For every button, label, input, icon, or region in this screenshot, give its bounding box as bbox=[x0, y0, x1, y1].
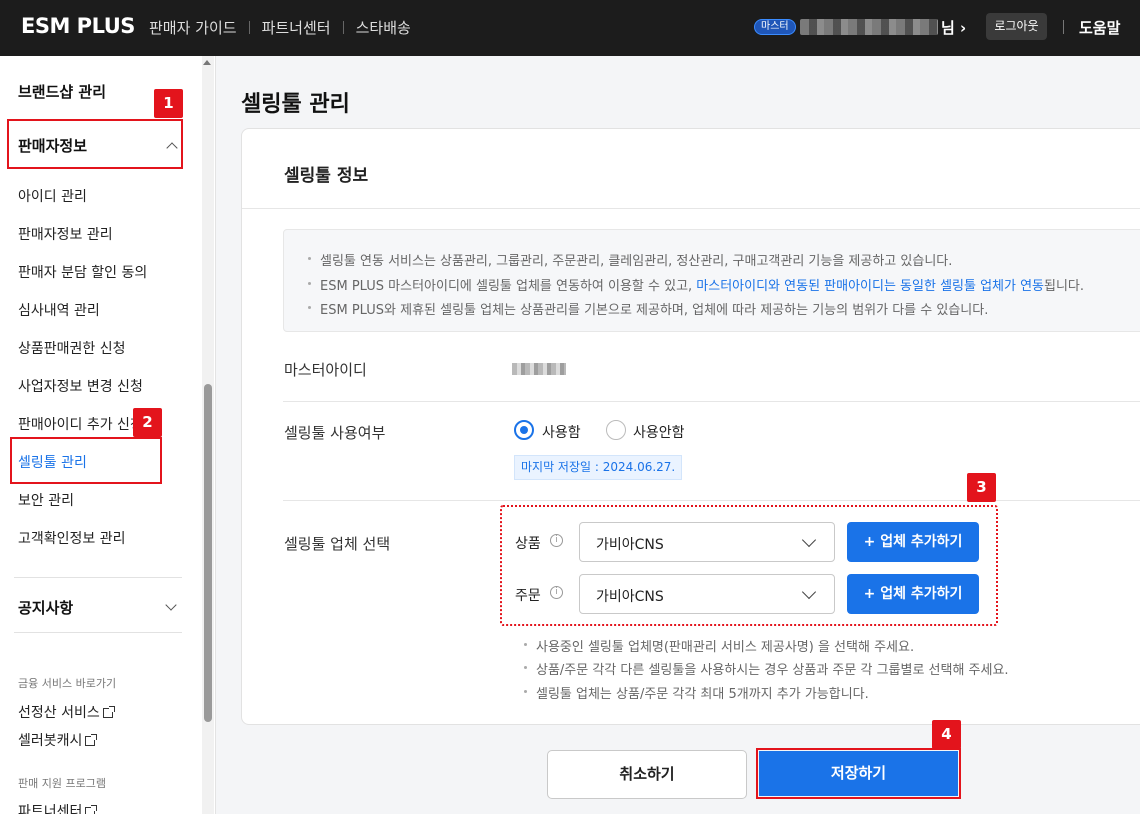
radio-use[interactable] bbox=[514, 420, 534, 440]
row-divider bbox=[283, 401, 1140, 402]
nav-star-delivery[interactable]: 스타배송 bbox=[356, 17, 411, 38]
master-id-label: 마스터아이디 bbox=[284, 361, 367, 379]
user-menu-link[interactable]: 님 › bbox=[941, 17, 966, 38]
notice-highlight: 마스터아이디와 연동된 판매아이디는 동일한 셀링툴 업체가 연동 bbox=[696, 279, 1045, 294]
notice-text: ESM PLUS 마스터아이디에 셀링툴 업체를 연동하여 이용할 수 있고, bbox=[320, 279, 697, 294]
support-link-label: 파트너센터 bbox=[18, 804, 83, 814]
notice-line: ESM PLUS 마스터아이디에 셀링툴 업체를 연동하여 이용할 수 있고, … bbox=[307, 275, 1085, 294]
selling-tool-card: 셀링툴 정보 셀링툴 연동 서비스는 상품관리, 그룹관리, 주문관리, 클레임… bbox=[241, 128, 1140, 725]
sidebar-item-id[interactable]: 아이디 관리 bbox=[18, 186, 87, 206]
external-link-icon bbox=[85, 734, 98, 746]
nav-seller-guide[interactable]: 판매자 가이드 bbox=[149, 17, 237, 38]
scroll-up-arrow-icon[interactable] bbox=[203, 60, 211, 65]
sidebar-section-notice[interactable]: 공지사항 bbox=[18, 597, 73, 618]
sidebar-item-security[interactable]: 보안 관리 bbox=[18, 490, 74, 510]
sidebar-item-review-history[interactable]: 심사내역 관리 bbox=[18, 300, 100, 320]
top-nav-links: 판매자 가이드 파트너센터 스타배송 bbox=[149, 17, 411, 38]
vendor-select-label: 셀링툴 업체 선택 bbox=[284, 535, 391, 553]
help-link[interactable]: 도움말 bbox=[1079, 17, 1120, 38]
annotation-marker-3: 3 bbox=[967, 473, 996, 502]
radio-not-use-label[interactable]: 사용안함 bbox=[633, 422, 685, 442]
radio-use-label[interactable]: 사용함 bbox=[542, 422, 581, 442]
annotation-box-seller-info bbox=[7, 119, 183, 169]
external-link-icon bbox=[85, 805, 98, 814]
finance-link-prepay[interactable]: 선정산 서비스 bbox=[18, 702, 115, 722]
radio-not-use[interactable] bbox=[606, 420, 626, 440]
nav-separator bbox=[342, 21, 344, 34]
master-badge: 마스터 bbox=[754, 19, 796, 35]
sidebar-item-add-seller-id[interactable]: 판매아이디 추가 신청 bbox=[18, 414, 143, 434]
finance-link-label: 셀러봇캐시 bbox=[18, 733, 83, 749]
sidebar-item-customer-verification[interactable]: 고객확인정보 관리 bbox=[18, 528, 126, 548]
external-link-icon bbox=[102, 706, 115, 718]
sidebar-divider bbox=[14, 632, 182, 633]
nav-separator bbox=[248, 21, 250, 34]
card-divider bbox=[242, 208, 1140, 209]
sidebar-divider bbox=[14, 577, 182, 578]
annotation-marker-4: 4 bbox=[932, 720, 961, 749]
sidebar-item-discount-agreement[interactable]: 판매자 분담 할인 동의 bbox=[18, 262, 147, 282]
finance-link-sellerbot[interactable]: 셀러봇캐시 bbox=[18, 730, 98, 750]
annotation-marker-2: 2 bbox=[133, 408, 162, 437]
cancel-button[interactable]: 취소하기 bbox=[547, 750, 747, 799]
row-divider bbox=[283, 500, 1140, 501]
chevron-down-icon[interactable] bbox=[165, 599, 177, 611]
help-line: 사용중인 셀링툴 업체명(판매관리 서비스 제공사명) 을 선택해 주세요. bbox=[523, 636, 914, 655]
page-title: 셀링툴 관리 bbox=[241, 92, 350, 117]
annotation-marker-1: 1 bbox=[154, 89, 183, 118]
notice-line: 셀링툴 연동 서비스는 상품관리, 그룹관리, 주문관리, 클레임관리, 정산관… bbox=[307, 250, 952, 269]
help-line: 상품/주문 각각 다른 셀링툴을 사용하시는 경우 상품과 주문 각 그룹별로 … bbox=[524, 659, 1009, 678]
logout-button[interactable]: 로그아웃 bbox=[986, 13, 1047, 40]
help-line-highlight: 셀링툴 업체는 상품/주문 각각 최대 5개까지 추가 가능합니다. bbox=[524, 683, 869, 702]
annotation-box-selling-tool bbox=[10, 437, 162, 484]
card-title: 셀링툴 정보 bbox=[284, 166, 369, 186]
blurred-user-id bbox=[800, 19, 938, 35]
sidebar-item-business-change[interactable]: 사업자정보 변경 신청 bbox=[18, 376, 143, 396]
notice-text: 됩니다. bbox=[1044, 279, 1085, 294]
sidebar-item-sales-permission[interactable]: 상품판매권한 신청 bbox=[18, 338, 126, 358]
top-navigation-bar: ESM PLUS 판매자 가이드 파트너센터 스타배송 마스터 님 › 로그아웃… bbox=[0, 0, 1140, 56]
esm-plus-logo[interactable]: ESM PLUS bbox=[21, 14, 135, 38]
nav-partner-center[interactable]: 파트너센터 bbox=[262, 17, 331, 38]
sidebar-item-seller-info[interactable]: 판매자정보 관리 bbox=[18, 224, 113, 244]
annotation-box-vendor-select bbox=[500, 505, 998, 626]
blurred-master-id bbox=[512, 363, 566, 375]
sidebar-item-brand-shop[interactable]: 브랜드샵 관리 bbox=[18, 81, 106, 102]
support-heading: 판매 지원 프로그램 bbox=[18, 777, 106, 790]
sidebar: 브랜드샵 관리 판매자정보 아이디 관리 판매자정보 관리 판매자 분담 할인 … bbox=[0, 56, 216, 814]
top-separator bbox=[1063, 20, 1064, 34]
notice-box: 셀링툴 연동 서비스는 상품관리, 그룹관리, 주문관리, 클레임관리, 정산관… bbox=[283, 229, 1140, 332]
sidebar-scrollbar-thumb[interactable] bbox=[204, 384, 212, 722]
finance-heading: 금융 서비스 바로가기 bbox=[18, 677, 117, 690]
usage-label: 셀링툴 사용여부 bbox=[284, 424, 386, 442]
save-button[interactable]: 저장하기 bbox=[759, 751, 958, 796]
last-saved-badge: 마지막 저장일 : 2024.06.27. bbox=[514, 455, 683, 480]
finance-link-label: 선정산 서비스 bbox=[18, 705, 100, 721]
notice-line: ESM PLUS와 제휴된 셀링툴 업체는 상품관리를 기본으로 제공하며, 업… bbox=[307, 299, 988, 318]
support-link-partner-center[interactable]: 파트너센터 bbox=[18, 801, 98, 814]
